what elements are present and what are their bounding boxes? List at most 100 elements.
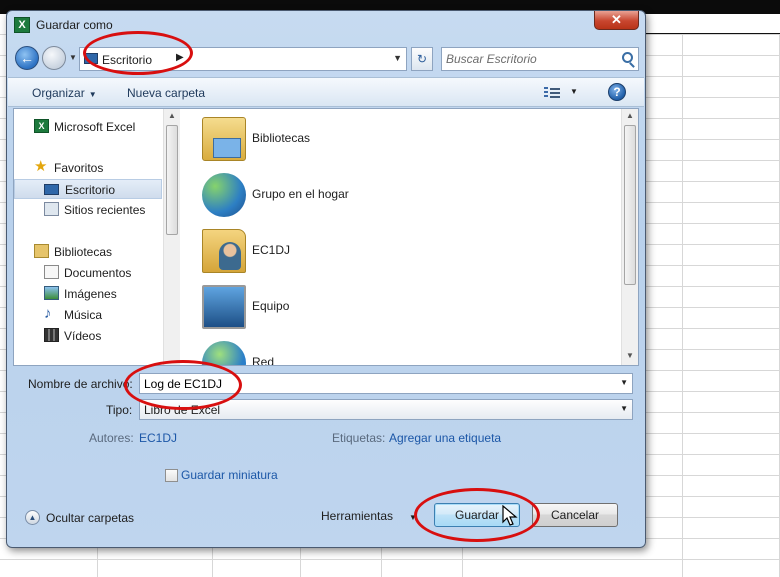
tags-label: Etiquetas: xyxy=(332,431,386,445)
search-box[interactable] xyxy=(441,47,639,71)
hide-folders-label: Ocultar carpetas xyxy=(46,511,135,525)
add-tag-link[interactable]: Agregar una etiqueta xyxy=(389,431,501,445)
sidebar-item-label: Bibliotecas xyxy=(54,245,113,259)
sidebar-item-label: Documentos xyxy=(64,266,132,280)
organize-label: Organizar xyxy=(32,86,85,100)
sidebar-item-label: Imágenes xyxy=(64,287,117,301)
desktop-icon xyxy=(84,53,98,64)
list-item[interactable]: Grupo en el hogar xyxy=(196,167,496,223)
file-item-label: EC1DJ xyxy=(252,243,291,257)
library-icon xyxy=(34,244,49,258)
sidebar-item-label: Música xyxy=(64,308,103,322)
star-icon: ★ xyxy=(34,158,48,175)
filename-label: Nombre de archivo: xyxy=(28,377,133,391)
scroll-down-icon[interactable]: ▼ xyxy=(626,351,634,360)
filename-field[interactable]: ▼ xyxy=(139,373,633,394)
grid-line xyxy=(682,34,683,577)
sidebar-item-imagenes[interactable]: Imágenes xyxy=(14,284,162,304)
new-folder-button[interactable]: Nueva carpeta xyxy=(127,86,205,100)
sidebar-item-documentos[interactable]: Documentos xyxy=(14,263,162,283)
file-type-select[interactable]: Libro de Excel ▼ xyxy=(139,399,633,420)
desktop-icon xyxy=(44,184,59,195)
navigation-pane: X Microsoft Excel ★ Favoritos Escritorio… xyxy=(14,109,164,365)
sidebar-item-label: Escritorio xyxy=(65,183,116,197)
breadcrumb-chevron-icon[interactable]: ▶ xyxy=(176,52,184,63)
change-view-icon[interactable] xyxy=(544,86,560,100)
tools-menu[interactable]: Herramientas ▼ xyxy=(321,509,417,523)
close-button[interactable]: ✕ xyxy=(594,11,639,30)
address-bar[interactable]: Escritorio ▶ ▼ xyxy=(79,47,407,71)
back-button[interactable]: ← xyxy=(15,46,39,70)
recent-places-icon xyxy=(44,202,59,216)
network-icon xyxy=(202,341,246,365)
sidebar-item-favoritos[interactable]: ★ Favoritos xyxy=(14,158,162,178)
chevron-down-icon[interactable]: ▼ xyxy=(620,404,628,413)
save-thumbnail-checkbox[interactable] xyxy=(165,469,178,482)
homegroup-icon xyxy=(202,173,246,217)
sidebar-item-label: Microsoft Excel xyxy=(54,120,136,134)
chevron-down-icon[interactable]: ▼ xyxy=(620,378,628,387)
sidebar-item-sitios-recientes[interactable]: Sitios recientes xyxy=(14,200,162,220)
sidebar-item-videos[interactable]: Vídeos xyxy=(14,326,162,346)
chevron-down-icon: ▼ xyxy=(88,90,97,99)
view-options-dropdown-icon[interactable]: ▼ xyxy=(570,87,578,96)
scrollbar-thumb[interactable] xyxy=(624,125,636,285)
recent-locations-dropdown-icon[interactable]: ▼ xyxy=(69,53,77,62)
list-item[interactable]: EC1DJ xyxy=(196,223,496,279)
address-dropdown-icon[interactable]: ▼ xyxy=(393,53,402,63)
images-icon xyxy=(44,286,59,300)
libraries-folder-icon xyxy=(202,117,246,161)
sidebar-item-label: Favoritos xyxy=(54,161,104,175)
file-item-label: Bibliotecas xyxy=(252,131,311,145)
grid-line xyxy=(0,559,780,560)
organize-menu[interactable]: Organizar ▼ xyxy=(32,86,97,100)
mouse-cursor-icon xyxy=(502,505,518,526)
authors-label: Autores: xyxy=(89,431,134,445)
excel-app-icon: X xyxy=(14,17,30,33)
user-folder-icon xyxy=(202,229,246,273)
sidebar-item-musica[interactable]: ♪ Música xyxy=(14,305,162,325)
title-bar: X Guardar como ✕ xyxy=(7,11,645,41)
navigation-pane-scrollbar[interactable]: ▲ xyxy=(163,109,180,365)
list-item[interactable]: Red xyxy=(196,335,496,365)
sidebar-item-escritorio[interactable]: Escritorio xyxy=(14,179,162,199)
file-item-label: Equipo xyxy=(252,299,290,313)
file-list: Bibliotecas Grupo en el hogar EC1DJ Equi… xyxy=(182,109,622,365)
browser-pane: X Microsoft Excel ★ Favoritos Escritorio… xyxy=(13,108,639,366)
chevron-up-icon: ▲ xyxy=(25,510,40,525)
search-input[interactable] xyxy=(446,51,616,67)
file-type-value: Libro de Excel xyxy=(144,403,221,417)
sidebar-item-label: Vídeos xyxy=(64,329,102,343)
scroll-up-icon[interactable]: ▲ xyxy=(168,111,176,120)
navigation-bar: ← ▼ Escritorio ▶ ▼ ↻ xyxy=(13,44,639,74)
forward-button[interactable] xyxy=(42,46,66,70)
type-label: Tipo: xyxy=(106,403,133,417)
sidebar-item-microsoft-excel[interactable]: X Microsoft Excel xyxy=(14,117,162,137)
filename-input[interactable] xyxy=(144,376,604,391)
tools-label: Herramientas xyxy=(321,509,394,523)
excel-icon: X xyxy=(34,119,49,133)
videos-icon xyxy=(44,328,59,342)
address-location[interactable]: Escritorio xyxy=(102,53,152,67)
file-list-scrollbar[interactable]: ▲ ▼ xyxy=(621,109,638,365)
sidebar-item-bibliotecas[interactable]: Bibliotecas xyxy=(14,242,162,262)
scrollbar-thumb[interactable] xyxy=(166,125,178,235)
refresh-button[interactable]: ↻ xyxy=(411,47,433,71)
cancel-button[interactable]: Cancelar xyxy=(532,503,618,527)
documents-icon xyxy=(44,265,59,279)
music-icon: ♪ xyxy=(44,305,52,322)
help-icon[interactable]: ? xyxy=(608,83,626,101)
list-item[interactable]: Equipo xyxy=(196,279,496,335)
file-item-label: Red xyxy=(252,355,275,365)
list-item[interactable]: Bibliotecas xyxy=(196,111,496,167)
computer-icon xyxy=(202,285,246,329)
chevron-down-icon: ▼ xyxy=(409,513,417,522)
search-icon[interactable] xyxy=(622,52,633,63)
window-title: Guardar como xyxy=(36,18,113,32)
command-toolbar: Organizar ▼ Nueva carpeta ▼ ? xyxy=(8,77,644,107)
file-item-label: Grupo en el hogar xyxy=(252,187,349,201)
sidebar-item-label: Sitios recientes xyxy=(64,203,146,217)
scroll-up-icon[interactable]: ▲ xyxy=(626,111,634,120)
save-thumbnail-label[interactable]: Guardar miniatura xyxy=(181,468,278,482)
authors-value[interactable]: EC1DJ xyxy=(139,431,177,445)
